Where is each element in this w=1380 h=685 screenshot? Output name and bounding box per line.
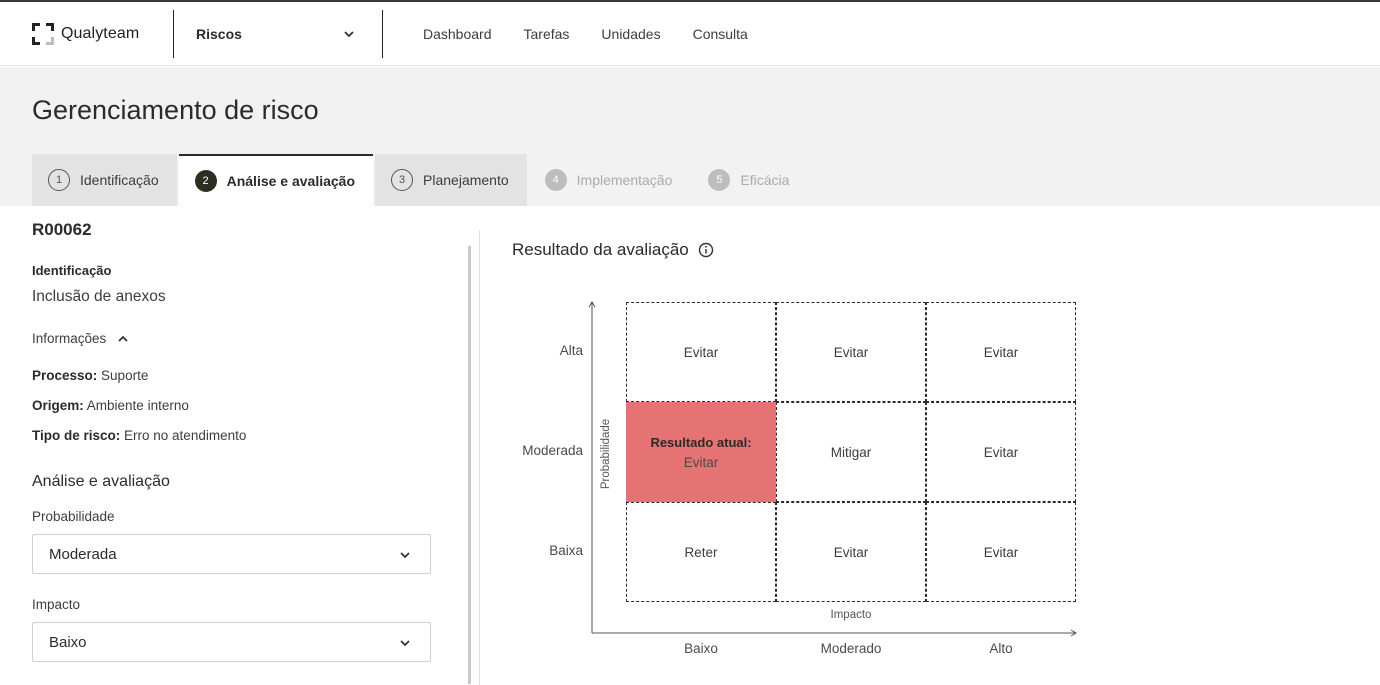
process-value: Suporte	[101, 368, 149, 383]
y-label-baixa: Baixa	[549, 543, 583, 558]
cell-action: Evitar	[983, 444, 1019, 460]
info-icon[interactable]	[698, 242, 714, 258]
app-header: Qualyteam Riscos Dashboard Tarefas Unida…	[0, 2, 1380, 66]
probability-value: Moderada	[49, 546, 117, 563]
result-title-text: Resultado da avaliação	[512, 240, 689, 259]
risk-type-line: Tipo de risco: Erro no atendimento	[32, 428, 246, 443]
nav-consulta[interactable]: Consulta	[693, 26, 748, 42]
tab-identificacao[interactable]: 1 Identificação	[32, 154, 177, 206]
panel-divider	[479, 230, 480, 685]
cell-action: Evitar	[833, 344, 869, 360]
tab-analise-avaliacao[interactable]: 2 Análise e avaliação	[178, 154, 374, 206]
info-toggle-label: Informações	[32, 331, 107, 346]
matrix-cell: Evitar	[926, 402, 1076, 502]
risk-type-label: Tipo de risco:	[32, 428, 121, 443]
step-number: 5	[708, 169, 731, 191]
identification-label: Identificação	[32, 263, 112, 278]
chevron-down-icon	[400, 552, 410, 559]
analysis-section-title: Análise e avaliação	[32, 473, 170, 490]
risk-matrix: Evitar Evitar Evitar Resultado atual: Ev…	[626, 302, 1076, 602]
identification-value: Inclusão de anexos	[32, 288, 166, 305]
qualyteam-logo-icon	[32, 23, 54, 45]
result-title: Resultado da avaliação	[512, 240, 714, 260]
step-number: 1	[48, 169, 70, 191]
current-result-label: Resultado atual:	[650, 434, 752, 450]
step-number: 4	[544, 169, 567, 191]
probability-select[interactable]: Moderada	[32, 534, 431, 574]
x-label-moderado: Moderado	[820, 641, 882, 656]
impact-select[interactable]: Baixo	[32, 622, 431, 662]
step-number: 2	[194, 170, 217, 192]
cell-action: Evitar	[983, 344, 1019, 360]
brand-logo[interactable]: Qualyteam	[32, 22, 139, 46]
x-label-alto: Alto	[989, 641, 1013, 656]
y-label-alta: Alta	[559, 343, 583, 358]
top-navigation: Dashboard Tarefas Unidades Consulta	[423, 26, 748, 42]
origin-label: Origem:	[32, 398, 84, 413]
x-label-baixo: Baixo	[684, 641, 718, 656]
matrix-cell: Evitar	[626, 302, 776, 402]
step-label: Análise e avaliação	[226, 173, 356, 189]
header-divider	[382, 10, 383, 58]
impact-axis-title: Impacto	[830, 609, 872, 621]
step-label: Implementação	[576, 172, 673, 188]
chevron-up-icon	[118, 335, 128, 342]
origin-line: Origem: Ambiente interno	[32, 398, 189, 413]
risk-details-panel: R00062 Identificação Inclusão de anexos …	[0, 206, 470, 685]
cell-action: Evitar	[983, 544, 1019, 560]
impact-value: Baixo	[49, 634, 87, 651]
step-label: Planejamento	[423, 172, 509, 188]
y-label-moderada: Moderada	[522, 443, 583, 458]
risk-code: R00062	[32, 220, 92, 239]
page-header-band: Gerenciamento de risco 1 Identificação 2…	[0, 67, 1380, 206]
step-label: Identificação	[80, 172, 159, 188]
tab-eficacia: 5 Eficácia	[692, 154, 807, 206]
left-panel-scrollbar[interactable]	[468, 246, 471, 684]
matrix-cell: Mitigar	[776, 402, 926, 502]
nav-tarefas[interactable]: Tarefas	[524, 26, 570, 42]
process-label: Processo:	[32, 368, 98, 383]
cell-action: Evitar	[683, 454, 719, 470]
risk-type-value: Erro no atendimento	[124, 428, 247, 443]
module-selector[interactable]: Riscos	[174, 2, 382, 66]
tab-planejamento[interactable]: 3 Planejamento	[375, 154, 527, 206]
process-line: Processo: Suporte	[32, 368, 148, 383]
nav-dashboard[interactable]: Dashboard	[423, 26, 492, 42]
tab-implementacao: 4 Implementação	[529, 154, 691, 206]
cell-action: Evitar	[833, 544, 869, 560]
cell-action: Reter	[684, 544, 718, 560]
chevron-down-icon	[344, 31, 354, 38]
matrix-cell: Evitar	[776, 302, 926, 402]
brand-name: Qualyteam	[61, 25, 140, 42]
probability-label: Probabilidade	[32, 509, 115, 524]
cell-action: Mitigar	[830, 444, 872, 460]
matrix-cell: Evitar	[776, 502, 926, 602]
nav-unidades[interactable]: Unidades	[601, 26, 660, 42]
step-number: 3	[391, 169, 414, 191]
origin-value: Ambiente interno	[86, 398, 189, 413]
cell-action: Evitar	[683, 344, 719, 360]
module-label: Riscos	[196, 26, 242, 42]
info-toggle[interactable]: Informações	[32, 331, 130, 346]
step-label: Eficácia	[740, 172, 790, 188]
matrix-cell: Evitar	[926, 502, 1076, 602]
matrix-cell: Reter	[626, 502, 776, 602]
impact-label: Impacto	[32, 597, 81, 612]
chevron-down-icon	[400, 640, 410, 647]
matrix-cell: Evitar	[926, 302, 1076, 402]
matrix-cell-current: Resultado atual: Evitar	[626, 402, 776, 502]
step-tabs: 1 Identificação 2 Análise e avaliação 3 …	[32, 154, 809, 206]
probability-axis-title: Probabilidade	[600, 418, 612, 490]
page-title: Gerenciamento de risco	[32, 95, 319, 125]
